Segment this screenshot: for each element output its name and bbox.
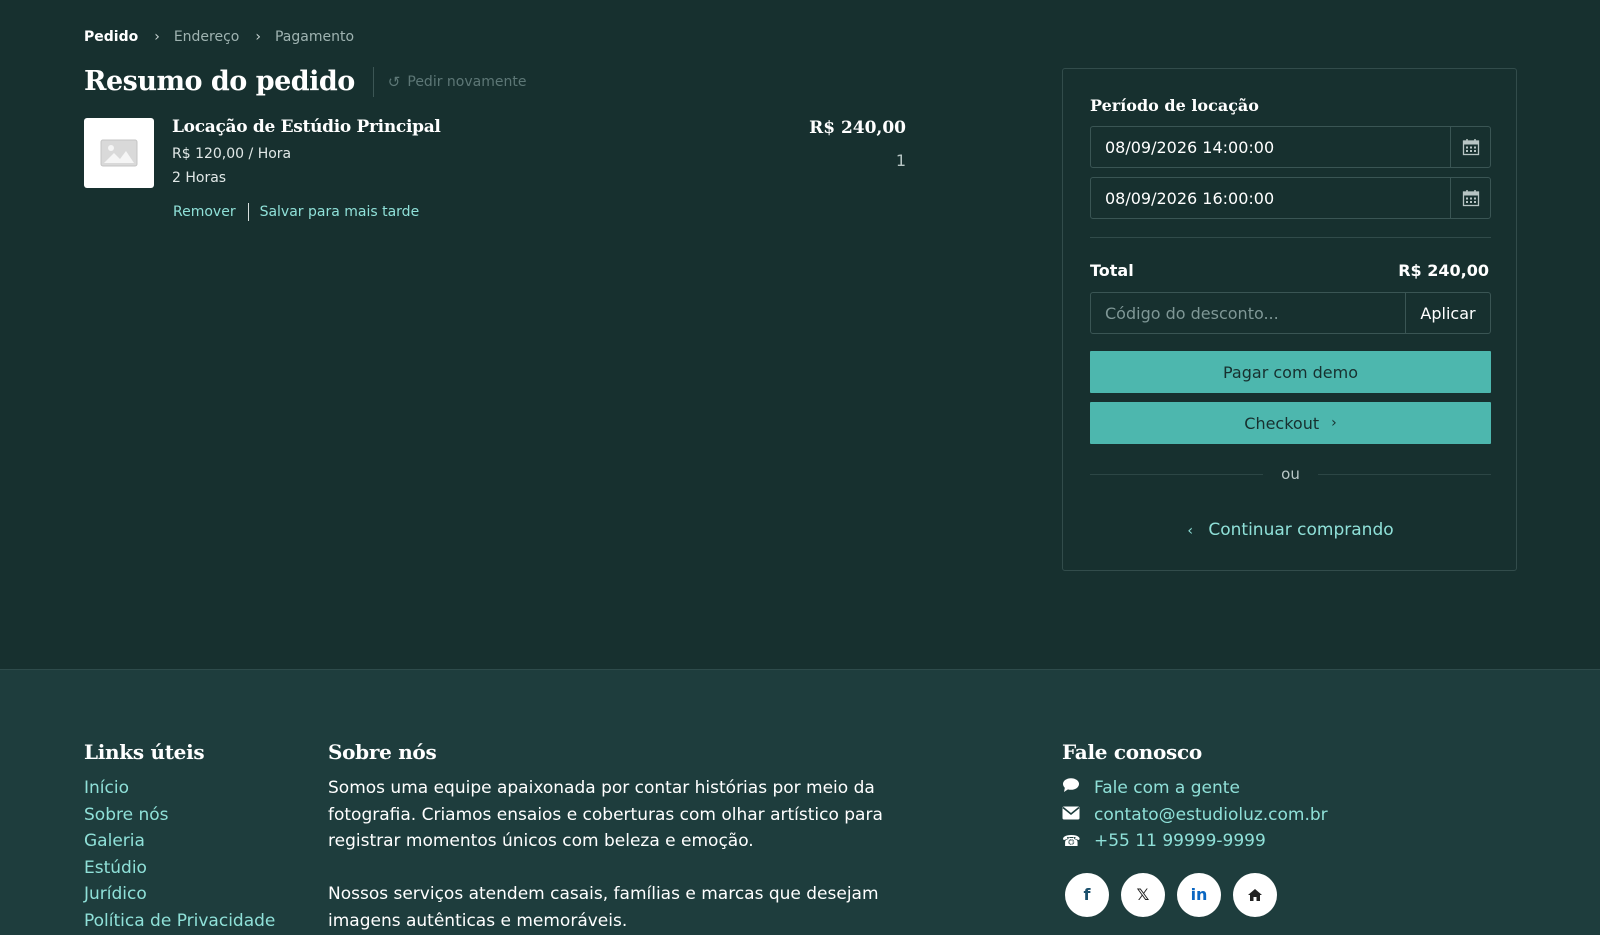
chevron-right-icon: ›	[255, 29, 261, 45]
envelope-icon	[1062, 802, 1094, 829]
product-thumbnail	[84, 118, 154, 188]
contact-email-label: contato@estudioluz.com.br	[1094, 804, 1328, 825]
or-divider: ou	[1090, 465, 1491, 483]
or-label: ou	[1281, 465, 1300, 483]
reorder-button[interactable]: ↺ Pedir novamente	[388, 73, 527, 91]
about-paragraph: Nossos serviços atendem casais, famílias…	[328, 884, 879, 931]
title-row: Resumo do pedido ↺ Pedir novamente	[84, 66, 526, 97]
footer-contact-column: Fale conosco Fale com a gente contato@es…	[1062, 740, 1328, 917]
about-paragraph: Somos uma equipe apaixonada por contar h…	[328, 778, 883, 851]
total-label: Total	[1090, 261, 1134, 280]
divider	[372, 66, 374, 97]
apply-discount-button[interactable]: Aplicar	[1405, 293, 1490, 333]
footer-link-juridico[interactable]: Jurídico	[84, 881, 275, 908]
breadcrumb: Pedido › Endereço › Pagamento	[84, 29, 354, 45]
breadcrumb-item-pedido[interactable]: Pedido	[84, 29, 138, 45]
chevron-right-icon: ›	[154, 29, 160, 45]
item-name[interactable]: Locação de Estúdio Principal	[172, 117, 441, 137]
rental-period-label: Período de locação	[1090, 96, 1259, 115]
item-price: R$ 240,00	[809, 118, 906, 138]
footer: Links úteis Início Sobre nós Galeria Est…	[0, 669, 1600, 935]
divider	[247, 203, 249, 221]
image-placeholder-icon	[100, 139, 138, 167]
chat-icon	[1062, 775, 1094, 802]
save-for-later-link[interactable]: Salvar para mais tarde	[260, 204, 420, 220]
pay-with-demo-button[interactable]: Pagar com demo	[1090, 351, 1491, 393]
discount-code-input[interactable]	[1091, 293, 1405, 333]
continue-shopping-label: Continuar comprando	[1208, 520, 1394, 540]
contact-phone-link[interactable]: ☎ +55 11 99999-9999	[1062, 828, 1328, 855]
chevron-left-icon: ‹	[1187, 523, 1193, 539]
contact-phone-label: +55 11 99999-9999	[1094, 831, 1266, 851]
reorder-label: Pedir novamente	[407, 73, 527, 90]
breadcrumb-item-endereco[interactable]: Endereço	[174, 29, 240, 45]
footer-about-text: Somos uma equipe apaixonada por contar h…	[328, 775, 888, 934]
footer-link-sobre-nos[interactable]: Sobre nós	[84, 802, 275, 829]
discount-field: Aplicar	[1090, 292, 1491, 334]
checkout-label: Checkout	[1244, 413, 1320, 433]
end-datetime-input[interactable]	[1091, 178, 1450, 218]
footer-link-inicio[interactable]: Início	[84, 775, 275, 802]
pay-with-demo-label: Pagar com demo	[1223, 362, 1358, 382]
footer-links-heading: Links úteis	[84, 740, 205, 764]
footer-links-column: Links úteis Início Sobre nós Galeria Est…	[84, 740, 275, 934]
contact-chat-label: Fale com a gente	[1094, 778, 1240, 798]
item-actions: Remover Salvar para mais tarde	[173, 203, 419, 221]
footer-link-estudio[interactable]: Estúdio	[84, 855, 275, 882]
calendar-icon[interactable]	[1450, 178, 1490, 218]
footer-about-column: Sobre nós Somos uma equipe apaixonada po…	[328, 740, 888, 934]
order-summary-panel: Período de locação Total R$ 240,00 Aplic…	[1062, 68, 1517, 571]
phone-icon: ☎	[1062, 832, 1081, 850]
page-title: Resumo do pedido	[84, 66, 355, 97]
reorder-icon: ↺	[387, 72, 401, 91]
facebook-icon[interactable]: f	[1065, 872, 1109, 917]
home-icon[interactable]	[1233, 872, 1277, 917]
x-icon[interactable]: 𝕏	[1121, 872, 1165, 917]
calendar-icon[interactable]	[1450, 127, 1490, 167]
start-datetime-field[interactable]	[1090, 126, 1491, 168]
remove-link[interactable]: Remover	[173, 204, 236, 220]
continue-shopping-link[interactable]: ‹ Continuar comprando	[1090, 520, 1491, 540]
item-count: 1	[895, 151, 906, 170]
contact-email-link[interactable]: contato@estudioluz.com.br	[1062, 802, 1328, 829]
checkout-button[interactable]: Checkout ›	[1090, 402, 1491, 444]
item-quantity-text: 2 Horas	[172, 170, 227, 186]
total-value: R$ 240,00	[1398, 261, 1489, 280]
divider	[1090, 237, 1491, 238]
social-links: f 𝕏 in	[1065, 872, 1328, 917]
chevron-right-icon: ›	[1331, 415, 1337, 431]
end-datetime-field[interactable]	[1090, 177, 1491, 219]
footer-contact-heading: Fale conosco	[1062, 740, 1202, 764]
footer-link-galeria[interactable]: Galeria	[84, 828, 275, 855]
linkedin-icon[interactable]: in	[1177, 872, 1221, 917]
footer-about-heading: Sobre nós	[328, 740, 437, 764]
footer-links-list: Início Sobre nós Galeria Estúdio Jurídic…	[84, 775, 275, 934]
item-unit-price: R$ 120,00 / Hora	[172, 146, 292, 162]
breadcrumb-item-pagamento[interactable]: Pagamento	[275, 29, 354, 45]
start-datetime-input[interactable]	[1091, 127, 1450, 167]
footer-link-privacidade[interactable]: Política de Privacidade	[84, 908, 275, 935]
contact-chat-link[interactable]: Fale com a gente	[1062, 775, 1328, 802]
